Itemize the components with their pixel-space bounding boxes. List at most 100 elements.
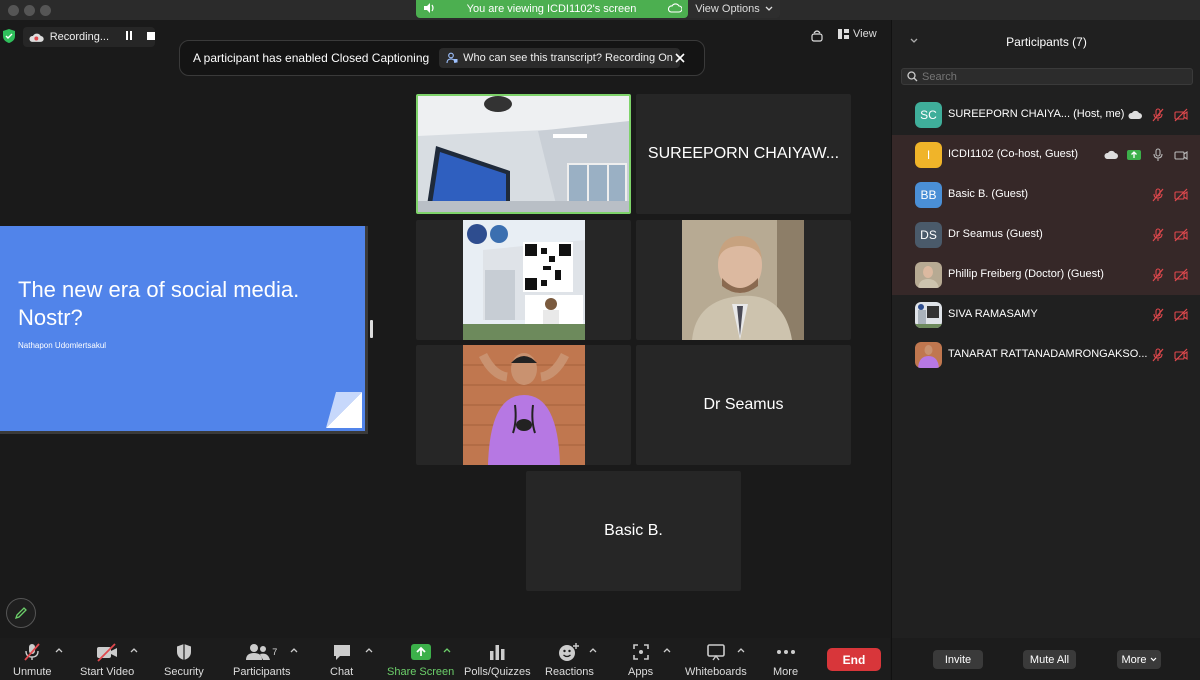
close-window-button[interactable] — [8, 5, 19, 16]
view-layout-button[interactable]: View — [838, 28, 877, 40]
video-tile-icdi1102[interactable] — [416, 94, 631, 214]
chevron-up-icon[interactable] — [130, 647, 138, 653]
chevron-up-icon[interactable] — [663, 647, 671, 653]
participant-row-tanarat[interactable]: TANARAT RATTANADAMRONGAKSO... — [892, 335, 1200, 375]
participant-row-phillip[interactable]: Phillip Freiberg (Doctor) (Guest) — [892, 255, 1200, 295]
polls-quizzes-button[interactable]: Polls/Quizzes — [464, 642, 531, 678]
profile-photo-tanarat — [463, 345, 585, 465]
participants-panel-header: Participants (7) — [892, 20, 1200, 62]
participant-name: ICDI1102 (Co-host, Guest) — [948, 148, 1079, 160]
cloud-recording-icon — [1128, 110, 1142, 119]
search-input[interactable] — [922, 70, 1172, 83]
chevron-up-icon[interactable] — [290, 647, 298, 653]
camera-off-icon[interactable] — [1174, 308, 1188, 322]
zoom-window-button[interactable] — [40, 5, 51, 16]
transcript-visibility-link[interactable]: Who can see this transcript? Recording O… — [439, 48, 680, 68]
microphone-muted-icon[interactable] — [1151, 348, 1165, 362]
title-bar: You are viewing ICDI1102's screen View O… — [0, 0, 1200, 20]
caption-notice-text: A participant has enabled Closed Caption… — [193, 51, 430, 65]
microphone-muted-icon[interactable] — [1151, 308, 1165, 322]
chevron-down-icon — [765, 6, 773, 11]
participant-name: Phillip Freiberg (Doctor) (Guest) — [948, 268, 1104, 280]
chat-button[interactable]: Chat — [330, 642, 353, 678]
video-area: Recording... A participant has enabled C… — [0, 20, 890, 638]
start-video-button[interactable]: Start Video — [80, 642, 134, 678]
apps-button[interactable]: Apps — [628, 642, 653, 678]
reactions-button[interactable]: Reactions — [545, 642, 594, 678]
camera-off-icon[interactable] — [1174, 228, 1188, 242]
end-meeting-button[interactable]: End — [827, 648, 881, 671]
microphone-muted-icon[interactable] — [1151, 188, 1165, 202]
microphone-muted-icon[interactable] — [1151, 108, 1165, 122]
chevron-up-icon[interactable] — [737, 647, 745, 653]
avatar — [915, 302, 942, 328]
participant-name: Basic B. (Guest) — [948, 188, 1029, 200]
share-screen-label: Share Screen — [387, 666, 455, 678]
mute-all-button[interactable]: Mute All — [1023, 650, 1076, 669]
more-label: More — [773, 666, 799, 678]
minimize-window-button[interactable] — [24, 5, 35, 16]
participant-row-basic-b[interactable]: BB Basic B. (Guest) — [892, 175, 1200, 215]
video-tile-phillip[interactable] — [636, 220, 851, 340]
chevron-up-icon[interactable] — [589, 647, 597, 653]
camera-off-icon[interactable] — [1174, 108, 1188, 122]
camera-off-icon[interactable] — [1174, 188, 1188, 202]
video-tile-dr-seamus[interactable]: Dr Seamus — [636, 345, 851, 465]
camera-off-icon[interactable] — [1174, 348, 1188, 362]
microphone-muted-icon[interactable] — [1151, 268, 1165, 282]
avatar — [915, 342, 942, 368]
ellipsis-icon — [776, 650, 795, 654]
view-label: View — [853, 28, 877, 40]
participant-name-sureeporn: SUREEPORN CHAIYAW... — [647, 145, 840, 162]
camera-icon[interactable] — [1174, 148, 1188, 162]
cloud-record-icon — [29, 33, 44, 42]
annotate-button[interactable] — [6, 598, 36, 628]
participant-search[interactable] — [901, 68, 1193, 85]
close-icon[interactable] — [672, 50, 688, 66]
participant-name-basic-b: Basic B. — [604, 522, 663, 539]
chevron-up-icon[interactable] — [365, 647, 373, 653]
chevron-up-icon[interactable] — [443, 647, 451, 653]
shield-icon — [176, 644, 191, 660]
microphone-icon[interactable] — [1151, 148, 1165, 162]
split-view-resize-handle[interactable] — [370, 320, 373, 338]
participant-row-siva[interactable]: SIVA RAMASAMY — [892, 295, 1200, 335]
shared-screen-slide: The new era of social media. Nostr? Nath… — [0, 226, 368, 434]
participant-row-dr-seamus[interactable]: DS Dr Seamus (Guest) — [892, 215, 1200, 255]
participant-name-dr-seamus: Dr Seamus — [703, 396, 784, 413]
share-screen-arrow-icon — [410, 644, 431, 660]
more-button[interactable]: More — [773, 642, 798, 678]
video-tile-sureeporn[interactable]: SUREEPORN CHAIYAW... — [636, 94, 851, 214]
participants-count: 7 — [272, 647, 278, 657]
cloud-recording-icon — [1104, 150, 1118, 159]
unmute-button[interactable]: Unmute — [13, 642, 52, 678]
participant-name: Dr Seamus (Guest) — [948, 228, 1043, 240]
closed-caption-notice: A participant has enabled Closed Caption… — [179, 40, 705, 76]
participants-icon — [246, 644, 271, 660]
cloud-icon — [667, 2, 683, 16]
participant-name: TANARAT RATTANADAMRONGAKSO... — [948, 348, 1148, 360]
immersive-view-icon[interactable] — [811, 29, 823, 42]
grid-layout-icon — [838, 29, 849, 39]
video-tile-basic-b[interactable]: Basic B. — [526, 471, 741, 591]
video-tile-tanarat[interactable] — [416, 345, 631, 465]
camera-off-icon[interactable] — [1174, 268, 1188, 282]
whiteboards-label: Whiteboards — [685, 666, 747, 678]
profile-photo-phillip — [682, 220, 804, 340]
chevron-up-icon[interactable] — [55, 647, 63, 653]
participants-panel-footer: Invite Mute All More — [892, 638, 1200, 680]
view-options-dropdown[interactable]: View Options — [688, 0, 780, 18]
participant-row-sureeporn[interactable]: SC SUREEPORN CHAIYA... (Host, me) — [892, 95, 1200, 135]
chat-bubble-icon — [333, 645, 350, 660]
invite-button[interactable]: Invite — [933, 650, 983, 669]
stop-recording-icon[interactable] — [147, 31, 155, 43]
panel-more-button[interactable]: More — [1117, 650, 1161, 669]
participants-button[interactable]: 7 Participants — [233, 642, 290, 678]
pause-recording-icon[interactable] — [125, 31, 133, 43]
microphone-muted-icon[interactable] — [1151, 228, 1165, 242]
page-curl-decoration — [326, 392, 362, 428]
security-button[interactable]: Security — [164, 642, 204, 678]
participant-row-icdi1102[interactable]: I ICDI1102 (Co-host, Guest) — [892, 135, 1200, 175]
participant-list: SC SUREEPORN CHAIYA... (Host, me) I ICDI… — [892, 95, 1200, 375]
video-tile-siva[interactable] — [416, 220, 631, 340]
